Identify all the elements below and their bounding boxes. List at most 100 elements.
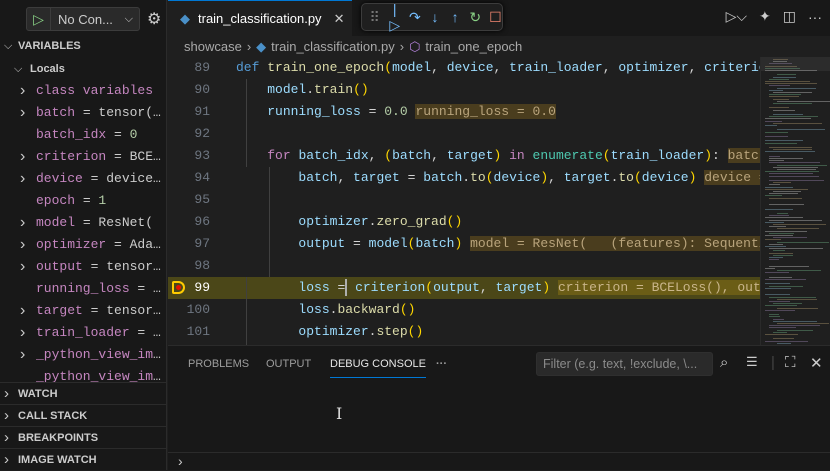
locals-scope[interactable]: ⌵ Locals	[0, 58, 167, 80]
variables-section-header[interactable]: ⌵ VARIABLES	[0, 35, 167, 57]
clear-console-icon[interactable]: ☰	[746, 354, 758, 370]
line-number: 96	[194, 214, 210, 229]
tab-output[interactable]: OUTPUT	[266, 356, 311, 378]
code-line[interactable]: 89 def train_one_epoch(model, device, tra…	[168, 57, 760, 79]
editor-tab[interactable]: ◆ train_classification.py ✕	[168, 0, 352, 36]
variable-item[interactable]: › optimizer = Adam (	[0, 234, 167, 256]
start-debugging-icon[interactable]: ▷	[27, 8, 51, 30]
variable-text: _python_view_image_	[36, 344, 165, 366]
more-actions-icon[interactable]: ···	[808, 9, 822, 25]
step-out-icon[interactable]: ↑	[449, 9, 462, 25]
breadcrumb-symbol[interactable]: train_one_epoch	[425, 37, 522, 57]
run-icon[interactable]: ▷⌵	[726, 8, 747, 25]
variable-item[interactable]: batch_idx = 0	[0, 124, 167, 146]
split-editor-icon[interactable]: ◫	[783, 8, 796, 25]
variable-text: criterion = BCELo...	[36, 146, 165, 168]
code-line[interactable]: 96 optimizer.zero_grad()	[168, 211, 760, 233]
section-image-watch[interactable]: › IMAGE WATCH	[0, 448, 167, 470]
stop-icon[interactable]: ☐	[489, 9, 502, 26]
variable-item[interactable]: › target = tensor([...	[0, 300, 167, 322]
chevron-right-icon[interactable]: ›	[20, 80, 25, 102]
code-text: optimizer.step()	[236, 321, 423, 343]
editor-area: ◆ train_classification.py ✕ ⠿ |▷ ↷ ↓ ↑ ↻…	[168, 0, 830, 345]
code-token: (	[485, 170, 494, 185]
step-into-icon[interactable]: ↓	[428, 9, 441, 25]
code-token: optimizer	[618, 60, 689, 75]
code-line[interactable]: 97 output = model(batch) model = ResNet(…	[168, 233, 760, 255]
section-call-stack[interactable]: › CALL STACK	[0, 404, 167, 426]
variable-text: target = tensor([...	[36, 300, 165, 322]
code-line[interactable]: 101 optimizer.step()	[168, 321, 760, 343]
inline-value-hint: device = device(type='cuda')	[704, 170, 760, 185]
filter-input[interactable]: Filter (e.g. text, !exclude, \...	[536, 352, 713, 376]
minimap[interactable]	[760, 57, 830, 345]
chevron-right-icon[interactable]: ›	[20, 322, 25, 344]
variable-item[interactable]: › batch = tensor([[...	[0, 102, 167, 124]
tab-debug-console[interactable]: DEBUG CONSOLE	[330, 356, 426, 378]
code-editor[interactable]: 89 def train_one_epoch(model, device, tra…	[168, 57, 760, 345]
minimap-line	[765, 309, 796, 311]
breadcrumb-file[interactable]: train_classification.py	[271, 37, 395, 57]
chevron-right-icon[interactable]: ›	[20, 168, 25, 190]
line-number: 98	[194, 258, 210, 273]
maximize-panel-icon[interactable]: ⛶	[785, 354, 796, 371]
minimap-slider[interactable]	[761, 57, 830, 71]
code-line[interactable]: 100 loss.backward()	[168, 299, 760, 321]
chevron-right-icon[interactable]: ›	[20, 300, 25, 322]
search-icon[interactable]: ⌕	[720, 354, 728, 371]
indent-guide	[269, 167, 270, 277]
code-token: batch	[298, 170, 338, 185]
variable-item[interactable]: › class variables	[0, 80, 167, 102]
chevron-right-icon[interactable]: ›	[20, 102, 25, 124]
variable-item[interactable]: › criterion = BCELo...	[0, 146, 167, 168]
debug-config-dropdown[interactable]: ▷ No Con... ⌵	[26, 7, 140, 31]
chevron-right-icon[interactable]: ›	[20, 256, 25, 278]
section-watch[interactable]: › WATCH	[0, 382, 167, 404]
equals: =	[75, 105, 99, 120]
drag-handle-icon[interactable]: ⠿	[368, 9, 381, 26]
code-line[interactable]: 91 running_loss = 0.0 running_loss = 0.0	[168, 101, 760, 123]
code-line[interactable]: 93 for batch_idx, (batch, target) in enu…	[168, 145, 760, 167]
breakpoint-current-icon[interactable]	[172, 281, 185, 294]
sparkle-icon[interactable]: ✦	[759, 8, 771, 25]
variable-item[interactable]: running_loss = 0.0	[0, 278, 167, 300]
variable-item[interactable]: › device = device(t...	[0, 168, 167, 190]
gear-icon[interactable]: ⚙	[147, 9, 161, 29]
code-token: train_one_epoch	[267, 60, 385, 75]
minimap-line	[769, 285, 803, 287]
breadcrumb-folder[interactable]: showcase	[184, 37, 242, 57]
variable-item[interactable]: › model = ResNet(	[0, 212, 167, 234]
close-panel-icon[interactable]: ✕	[810, 354, 823, 372]
variable-item[interactable]: › _python_view_image_	[0, 344, 167, 366]
code-line[interactable]: 98	[168, 255, 760, 277]
code-token: batch_idx	[298, 148, 369, 163]
minimap-line	[773, 318, 784, 320]
chevron-right-icon[interactable]: ›	[20, 234, 25, 256]
close-icon[interactable]: ✕	[334, 11, 345, 27]
section-breakpoints[interactable]: › BREAKPOINTS	[0, 426, 167, 448]
minimap-line	[769, 180, 824, 181]
code-line[interactable]: 95	[168, 189, 760, 211]
step-over-icon[interactable]: ↷	[408, 9, 421, 26]
more-views-icon[interactable]: ···	[436, 356, 447, 378]
continue-icon[interactable]: |▷	[388, 1, 401, 34]
code-line[interactable]: 99 loss = criterion(output, target) crit…	[168, 277, 760, 299]
code-line[interactable]: 92	[168, 123, 760, 145]
tab-problems[interactable]: PROBLEMS	[188, 356, 249, 378]
variable-item[interactable]: epoch = 1	[0, 190, 167, 212]
minimap-line	[769, 232, 795, 234]
code-line[interactable]: 90 model.train()	[168, 79, 760, 101]
restart-icon[interactable]: ↻	[469, 9, 482, 26]
minimap-line	[769, 276, 793, 278]
repl-input[interactable]: ›	[178, 452, 183, 470]
chevron-right-icon[interactable]: ›	[20, 146, 25, 168]
minimap-line	[769, 314, 779, 316]
chevron-right-icon[interactable]: ›	[20, 212, 25, 234]
chevron-right-icon[interactable]: ›	[20, 344, 25, 366]
variable-item[interactable]: › output = tensor([...	[0, 256, 167, 278]
code-token: :	[712, 148, 728, 163]
minimap-line	[769, 204, 804, 206]
variable-item[interactable]: › train_loader = <t...	[0, 322, 167, 344]
code-line[interactable]: 94 batch, target = batch.to(device), tar…	[168, 167, 760, 189]
